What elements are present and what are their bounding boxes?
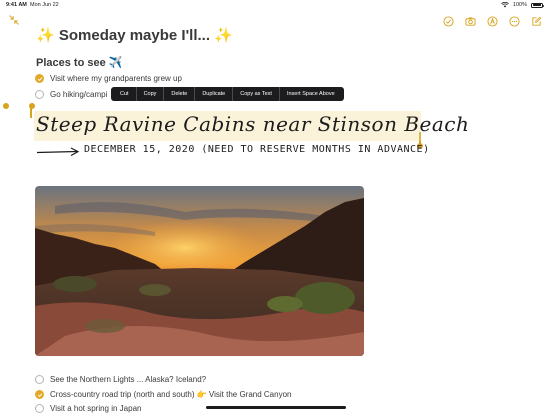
canyon-sunset-photo[interactable]	[35, 186, 364, 356]
checkbox-unchecked[interactable]	[35, 375, 44, 384]
camera-button[interactable]	[461, 12, 479, 30]
markup-button[interactable]	[483, 12, 501, 30]
handwriting-line[interactable]: Steep Ravine Cabins near Stinson Beach	[36, 112, 469, 136]
wifi-icon	[501, 2, 509, 8]
more-icon	[508, 15, 520, 27]
checkbox-checked[interactable]	[35, 74, 44, 83]
checklist-item[interactable]: Visit a hot spring in Japan	[35, 404, 141, 413]
checklist-label: Visit a hot spring in Japan	[50, 404, 142, 413]
checkbox-unchecked[interactable]	[35, 90, 44, 99]
status-bar: 9:41 AM Mon Jun 22 100%	[0, 0, 551, 10]
selection-handle-left[interactable]	[30, 106, 32, 118]
sparkle-icon: ✨	[36, 27, 55, 44]
menu-item-delete[interactable]: Delete	[164, 87, 196, 101]
sparkle-icon: ✨	[214, 27, 233, 44]
checkbox-unchecked[interactable]	[35, 404, 44, 413]
menu-item-cut[interactable]: Cut	[113, 87, 137, 101]
edit-menu: Cut Copy Delete Duplicate Copy as Text I…	[111, 87, 344, 101]
selection-knob-left[interactable]	[3, 103, 9, 109]
checklist-label: See the Northern Lights ... Alaska? Icel…	[50, 375, 207, 384]
section-heading[interactable]: Places to see ✈️	[36, 56, 122, 69]
checklist-item[interactable]: Visit where my grandparents grew up	[35, 74, 182, 83]
checklist-label: Visit where my grandparents grew up	[50, 74, 182, 83]
note-title[interactable]: ✨ Someday maybe I'll... ✨	[36, 26, 233, 44]
compose-button[interactable]	[527, 12, 545, 30]
markup-icon	[486, 15, 498, 27]
collapse-arrows-icon[interactable]	[8, 14, 20, 26]
checklist-button[interactable]	[439, 12, 457, 30]
checklist-label: Go hiking/campi	[50, 90, 108, 99]
checklist-icon	[442, 15, 454, 27]
checklist-item[interactable]: Go hiking/campi	[35, 90, 107, 99]
status-right: 100%	[501, 2, 544, 8]
more-button[interactable]	[505, 12, 523, 30]
menu-item-copy-as-text[interactable]: Copy as Text	[233, 87, 280, 101]
toolbar-right	[439, 12, 545, 30]
battery-icon	[531, 2, 544, 8]
battery-percent: 100%	[512, 2, 527, 8]
camera-icon	[464, 16, 476, 26]
menu-item-duplicate[interactable]: Duplicate	[195, 87, 234, 101]
handwriting-line[interactable]: DECEMBER 15, 2020 (NEED TO RESERVE MONTH…	[84, 144, 430, 155]
menu-item-insert-space-above[interactable]: Insert Space Above	[280, 87, 342, 101]
home-indicator[interactable]	[206, 406, 346, 409]
note-title-text: Someday maybe I'll...	[58, 27, 210, 44]
checklist-label: Cross-country road trip (north and south…	[50, 390, 292, 399]
checklist-item[interactable]: Cross-country road trip (north and south…	[35, 390, 291, 399]
checkbox-checked[interactable]	[35, 390, 44, 399]
checklist-item[interactable]: See the Northern Lights ... Alaska? Icel…	[35, 375, 206, 384]
arrow-icon	[36, 147, 80, 157]
compose-icon	[531, 16, 541, 26]
status-date: Mon Jun 22	[30, 2, 59, 8]
menu-item-copy[interactable]: Copy	[137, 87, 165, 101]
status-time: 9:41 AM	[6, 2, 27, 8]
